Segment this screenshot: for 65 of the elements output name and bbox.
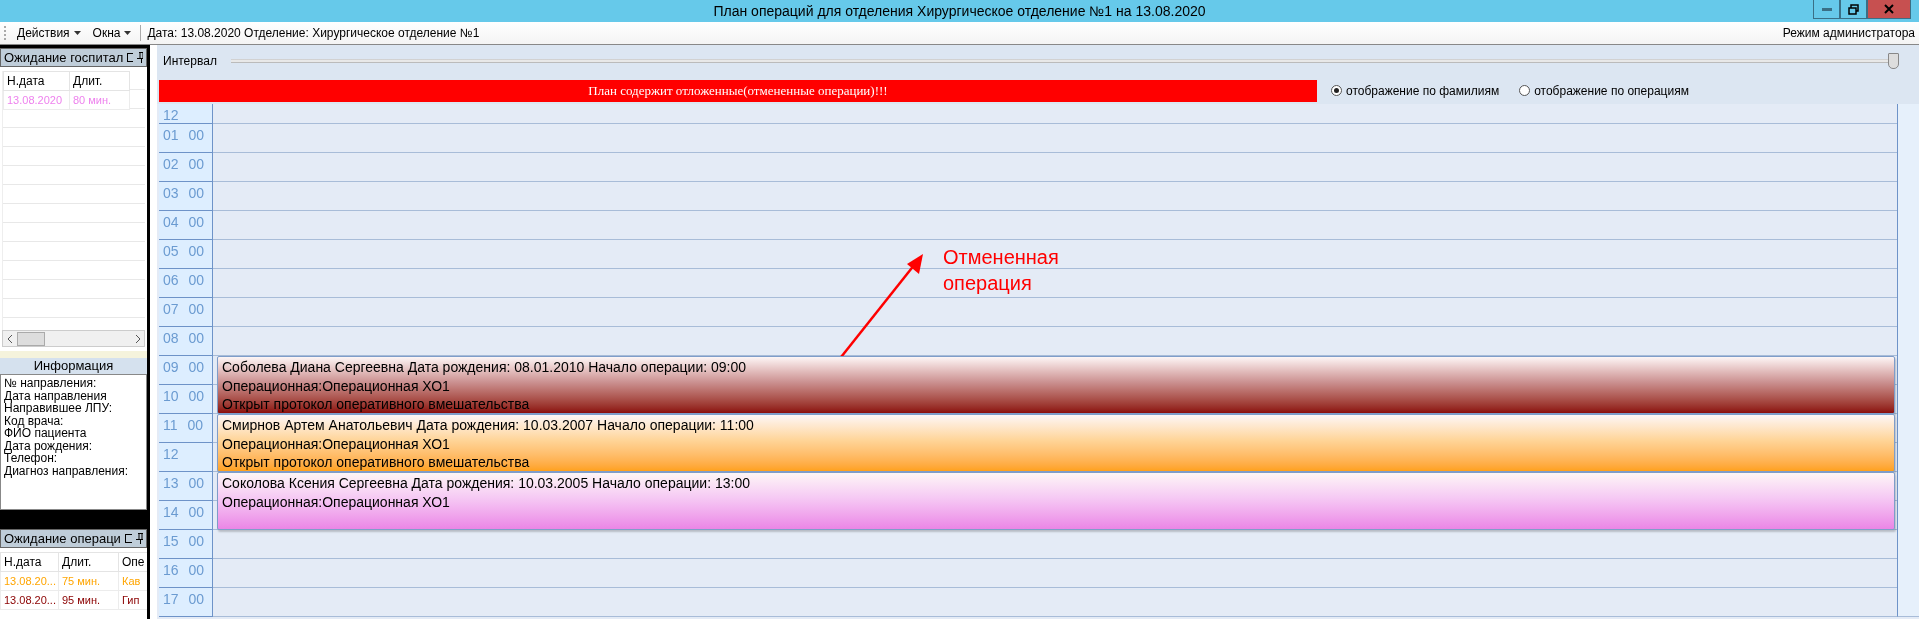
hour-label: 12 [163, 446, 179, 464]
minute-label: 00 [188, 359, 205, 377]
table-cell: 13.08.2020 [3, 90, 70, 110]
table-cell: 75 мин. [58, 571, 119, 591]
hour-label: 12 [163, 107, 179, 123]
info-field-label: Телефон: [4, 452, 58, 465]
info-field-label: Дата рождения: [4, 439, 93, 452]
minute-label: 00 [188, 301, 205, 319]
operation-text: Открыт протокол оперативного вмешательства [222, 395, 531, 413]
table-cell: 80 мин. [69, 90, 130, 110]
info-field-label: Направившее ЛПУ: [4, 402, 114, 415]
window-title: План операций для отделения Хирургическое отделение №1 на 13.08.2020 [713, 3, 1206, 19]
operation-text: Операционная:Операционная ХО1 [222, 492, 451, 511]
date-department-label: Дата: 13.08.2020 Отделение: Хирургическое отделение №1 [147, 26, 480, 40]
table-cell: 13.08.20... [0, 571, 59, 591]
operation-text: Соколова Ксения Сергеевна Дата рождения: 10.03.2005 Начало операции: 13:00 [222, 474, 751, 493]
table-cell: 13.08.20... [0, 590, 59, 610]
operation-text: Открыт протокол оперативного вмешательства [222, 453, 531, 471]
hour-label: 03 [163, 185, 179, 203]
minute-label: 00 [188, 243, 205, 261]
hour-label: 02 [163, 156, 179, 174]
info-field-label: Код врача: [4, 414, 64, 427]
hour-label: 07 [163, 301, 179, 319]
minute-label: 00 [188, 156, 205, 174]
operation-text: Соболева Диана Сергеевна Дата рождения: 08.01.2010 Начало операции: 09:00 [222, 358, 748, 377]
hour-label: 04 [163, 214, 179, 232]
minute-label: 00 [188, 475, 205, 493]
hour-label: 09 [163, 359, 179, 377]
operation-text: Операционная:Операционная ХО1 [222, 376, 451, 395]
minute-label: 00 [188, 388, 205, 406]
minute-label: 00 [188, 330, 205, 348]
minute-label: 00 [188, 272, 205, 290]
minute-label: 00 [187, 417, 204, 435]
operation-text: Смирнов Артем Анатольевич Дата рождения: 10.03.2007 Начало операции: 11:00 [222, 416, 755, 435]
minute-label: 00 [188, 591, 205, 609]
info-field-label: Дата направления [4, 389, 108, 402]
panel-title: Ожидание операци [4, 531, 121, 546]
mode-label: Режим администратора [1782, 26, 1915, 40]
hour-label: 11 [163, 417, 178, 435]
table-cell: 95 мин. [58, 590, 119, 610]
minute-label: 00 [188, 214, 205, 232]
minute-label: 00 [188, 533, 205, 551]
hour-label: 06 [163, 272, 179, 290]
minute-label: 00 [188, 504, 205, 522]
minute-label: 00 [188, 127, 205, 145]
hour-label: 05 [163, 243, 179, 261]
interval-label: Интервал [163, 54, 217, 68]
minute-label: 00 [188, 562, 205, 580]
hour-label: 15 [163, 533, 179, 551]
annotation-text: Отмененная операция [943, 245, 1059, 296]
hour-label: 17 [163, 591, 179, 609]
minute-label: 00 [188, 185, 205, 203]
hour-label: 16 [163, 562, 179, 580]
info-field-label: Диагноз направления: [4, 464, 129, 477]
info-field-label: ФИО пациента [4, 427, 88, 440]
hour-label: 10 [163, 388, 179, 406]
warning-banner: План содержит отложенные(отмененные операции)!!! [159, 79, 1317, 102]
hour-label: 13 [163, 475, 179, 493]
hour-label: 14 [163, 504, 179, 522]
panel-title: Ожидание госпитал [4, 50, 124, 65]
hour-label: 01 [163, 127, 179, 145]
info-field-label: № направления: [4, 377, 98, 390]
operation-text: Операционная:Операционная ХО1 [222, 434, 451, 453]
info-header: Информация [0, 358, 147, 374]
hour-label: 08 [163, 330, 179, 348]
